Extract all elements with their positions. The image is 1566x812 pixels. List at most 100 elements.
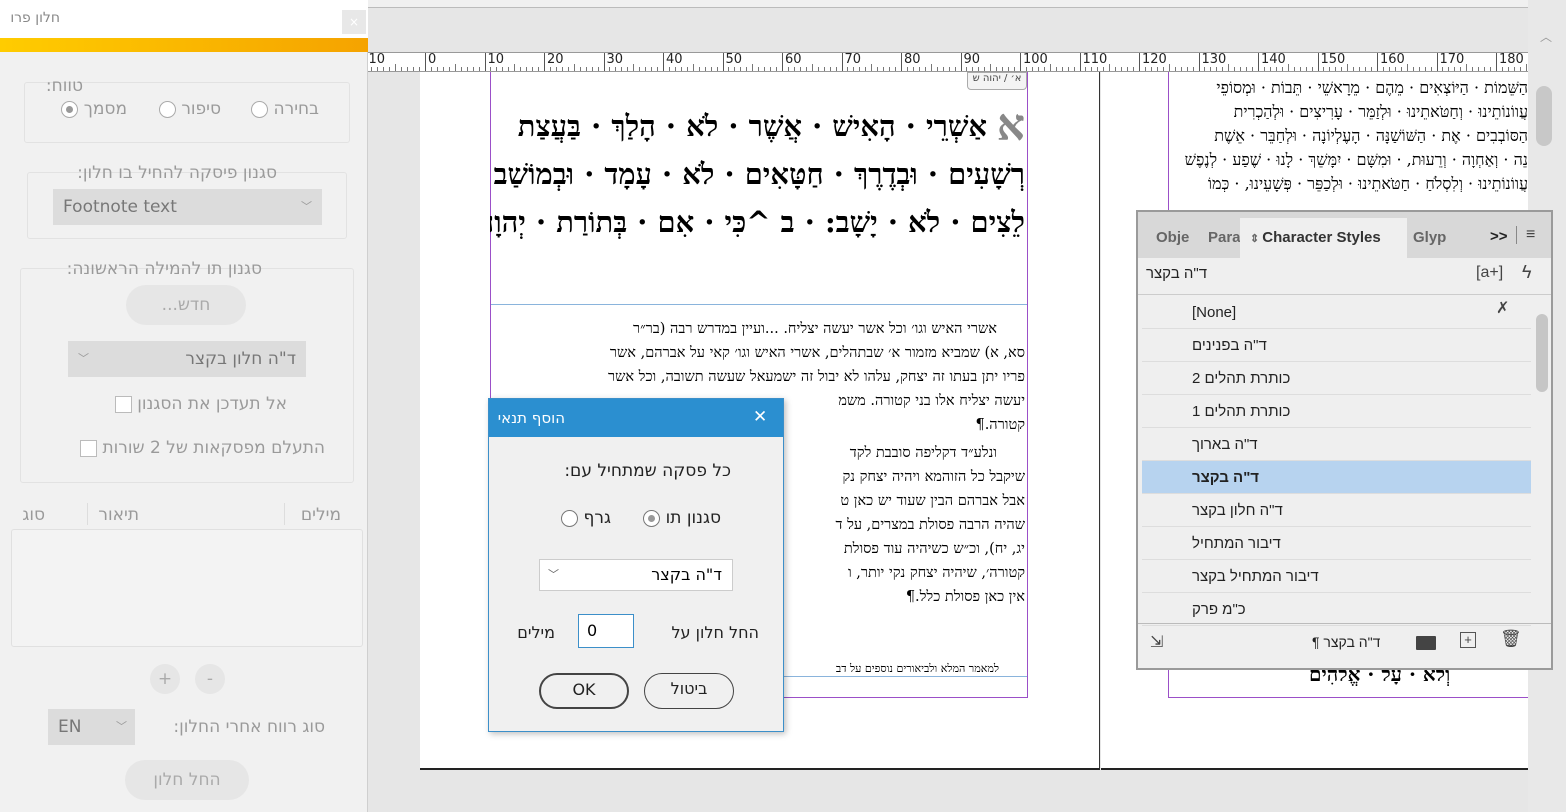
radio-selection[interactable]: בחירה (251, 99, 319, 119)
ruler-tick (1311, 67, 1313, 71)
tab-glyphs[interactable]: Glyp (1407, 218, 1457, 258)
list-scrollbar[interactable] (1536, 300, 1550, 622)
ruler-tick (466, 67, 468, 71)
new-style-button[interactable]: חדש... (126, 285, 246, 325)
char-style-select[interactable]: ד"ה חלון בקצר ﹀ (68, 341, 306, 377)
tab-paragraph-styles[interactable]: Para (1202, 218, 1240, 258)
radio-char-style[interactable]: סגנון תו (643, 508, 721, 528)
no-update-checkbox[interactable]: אל תעדכן את הסגנון (114, 394, 287, 414)
horizontal-ruler[interactable]: 10 0 10 20 30 40 50 60 70 80 90 100 110 120 130 140 150 1… (368, 52, 1528, 72)
close-icon[interactable]: ✕ (753, 407, 767, 427)
ruler-tick (1448, 67, 1450, 71)
style-item[interactable]: [None] (1142, 296, 1531, 329)
style-item-label: [None] (1192, 304, 1237, 321)
ruler-tick (1031, 67, 1033, 71)
ruler-tick (704, 67, 706, 71)
style-item[interactable]: ד"ה בארוך (1142, 428, 1531, 461)
ruler-tick (1162, 67, 1164, 71)
select-value: ד"ה חלון בקצר (185, 349, 296, 369)
right-page-line: הַסּוֹבְבִים · אֶת · הַשּׁוֹשַׁנָּה · הָ… (1214, 126, 1528, 145)
conditions-list[interactable] (11, 529, 363, 647)
col-words[interactable]: מילים (301, 505, 341, 525)
ruler-tick (1418, 67, 1420, 71)
style-item[interactable]: כותרת תהלים 1 (1142, 395, 1531, 428)
ignore-2lines-checkbox[interactable]: התעלם מפסקאות של 2 שורות (80, 438, 325, 458)
words-count-input[interactable]: 0 (578, 614, 634, 648)
ruler-tick (746, 67, 748, 71)
ruler-tick (1037, 67, 1039, 71)
radio-glyph[interactable]: גרף (561, 508, 611, 528)
style-item[interactable]: ד"ה בפנינים (1142, 329, 1531, 362)
checkbox[interactable] (114, 395, 132, 413)
ok-button[interactable]: OK (539, 673, 629, 709)
radio-button[interactable] (251, 100, 269, 118)
new-style-icon[interactable]: + (1460, 632, 1476, 648)
style-item[interactable]: ד"ה בקצר (1142, 461, 1531, 494)
radio-story[interactable]: סיפור (158, 99, 221, 119)
col-type[interactable]: סוג (22, 505, 45, 525)
more-tabs-button[interactable]: >> (1490, 228, 1508, 245)
radio-button[interactable] (561, 509, 579, 527)
style-item[interactable]: דיבור המתחיל (1142, 527, 1531, 560)
style-item-label: דיבור המתחיל בקצר (1192, 568, 1319, 585)
create-style-icon[interactable]: [a+] (1476, 264, 1503, 282)
ruler-tick (1091, 67, 1093, 71)
accent-bar (0, 38, 368, 52)
right-page-line: עֲווֹנוֹתֵינוּ · וְלִסְלֹחַ · חַטֹּאתֵינ… (1207, 174, 1528, 193)
cancel-button[interactable]: ביטול (644, 673, 734, 709)
space-type-select[interactable]: EN ﹀ (48, 709, 135, 745)
radio-button[interactable] (643, 509, 661, 527)
para-style-select[interactable]: Footnote text ﹀ (53, 189, 322, 225)
dialog-style-select[interactable]: ד"ה בקצר ﹀ (539, 559, 733, 591)
close-button[interactable]: × (342, 10, 366, 34)
tab-character-styles[interactable]: ⇕ Character Styles (1240, 218, 1407, 258)
ruler-tick (1305, 67, 1307, 71)
add-button[interactable]: + (150, 664, 180, 694)
radio-document[interactable]: מסמך (61, 99, 127, 119)
ruler-tick (668, 67, 670, 71)
style-item-label: ד"ה בקצר (1192, 469, 1260, 486)
chevron-down-icon: ﹀ (78, 352, 89, 365)
dialog-titlebar: הוסף תנאי ✕ (489, 399, 783, 437)
ruler-tick (1055, 67, 1057, 71)
style-item[interactable]: דיבור המתחיל בקצר (1142, 560, 1531, 593)
scroll-thumb[interactable] (1536, 86, 1552, 146)
radio-button[interactable] (158, 100, 176, 118)
ruler-tick (490, 67, 492, 71)
ruler-tick (472, 67, 474, 71)
scroll-thumb[interactable] (1536, 314, 1548, 392)
ruler-tick (1144, 67, 1146, 71)
remove-button[interactable]: - (195, 664, 225, 694)
checkbox-label: אל תעדכן את הסגנון (137, 394, 287, 414)
running-header-tag: א׳ / יהוה ש (967, 72, 1027, 90)
col-description[interactable]: תיאור (98, 505, 139, 525)
col-divider (87, 503, 88, 525)
trash-icon[interactable]: 🗑 (1500, 629, 1522, 649)
select-value: ד"ה בקצר (651, 565, 722, 584)
scroll-up-icon[interactable]: ︿ (1540, 28, 1552, 45)
ruler-tick (371, 67, 373, 71)
tab-object-styles[interactable]: Obje (1150, 218, 1202, 258)
ruler-tick (1388, 67, 1390, 71)
panel-menu-icon[interactable]: ≡ (1526, 226, 1535, 244)
ruler-label: 90 (960, 53, 980, 71)
load-styles-icon[interactable]: ⇲ (1150, 632, 1163, 652)
folder-icon[interactable] (1416, 636, 1436, 650)
radio-button[interactable] (61, 100, 79, 118)
style-item[interactable]: כותרת תהלים 2 (1142, 362, 1531, 395)
ruler-tick (1329, 67, 1331, 71)
clear-overrides-icon[interactable]: ✗ (1496, 298, 1509, 318)
quick-apply-icon[interactable]: ϟ (1522, 262, 1532, 283)
ruler-tick (1287, 64, 1289, 71)
style-item[interactable]: ד"ה חלון בקצר (1142, 494, 1531, 527)
apply-window-button[interactable]: החל חלון (125, 760, 249, 800)
ruler-tick (972, 67, 974, 71)
ruler-tick (460, 67, 462, 71)
style-item[interactable]: כ"מ פרק (1142, 593, 1531, 626)
ruler-tick (615, 67, 617, 71)
checkbox[interactable] (80, 439, 98, 457)
ruler-tick (1478, 67, 1480, 71)
ruler-tick (496, 67, 498, 71)
ruler-tick (549, 67, 551, 71)
ruler-tick (633, 64, 635, 71)
